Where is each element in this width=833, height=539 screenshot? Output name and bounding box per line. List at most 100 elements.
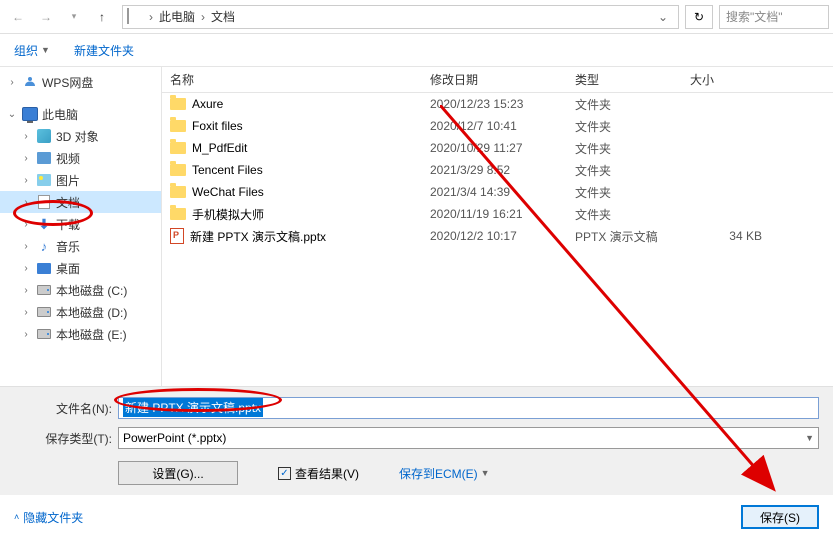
settings-button[interactable]: 设置(G)...: [118, 461, 238, 485]
file-name: M_PdfEdit: [192, 141, 247, 155]
sidebar[interactable]: ›WPS网盘⌄此电脑›3D 对象›视频›图片›文档›⬇下载›♪音乐›桌面›本地磁…: [0, 67, 162, 386]
sidebar-item-label: 文档: [56, 194, 80, 211]
expand-icon[interactable]: ›: [20, 219, 32, 230]
file-name: 手机模拟大师: [192, 206, 264, 223]
file-row[interactable]: Tencent Files2021/3/29 8:52文件夹: [162, 159, 833, 181]
file-name: Axure: [192, 97, 223, 111]
expand-icon[interactable]: ›: [20, 307, 32, 318]
music-icon: ♪: [36, 238, 52, 254]
save-panel: 文件名(N): 新建 PPTX 演示文稿.pptx 保存类型(T): Power…: [0, 386, 833, 495]
file-row[interactable]: WeChat Files2021/3/4 14:39文件夹: [162, 181, 833, 203]
breadcrumb-item[interactable]: 此电脑: [155, 8, 199, 25]
sidebar-item[interactable]: ›⬇下载: [0, 213, 161, 235]
sidebar-item-label: 图片: [56, 172, 80, 189]
back-button[interactable]: ←: [4, 3, 32, 31]
search-input[interactable]: 搜索"文档": [719, 5, 829, 29]
column-type[interactable]: 类型: [567, 71, 682, 88]
sidebar-item-label: 桌面: [56, 260, 80, 277]
save-ecm-label: 保存到ECM(E): [399, 465, 478, 482]
disk-icon: [36, 282, 52, 298]
expand-icon[interactable]: ›: [20, 197, 32, 208]
doc-icon: [36, 194, 52, 210]
cube-icon: [36, 128, 52, 144]
save-button[interactable]: 保存(S): [741, 505, 819, 529]
wps-icon: [22, 74, 38, 90]
view-result-label: 查看结果(V): [295, 465, 359, 482]
sidebar-item[interactable]: › 视频: [0, 147, 161, 169]
file-type: 文件夹: [567, 140, 682, 157]
expand-icon[interactable]: ›: [20, 263, 32, 274]
organize-menu[interactable]: 组织 ▼: [14, 42, 50, 59]
address-dropdown[interactable]: ⌄: [652, 10, 674, 24]
expand-icon[interactable]: ›: [20, 241, 32, 252]
address-bar[interactable]: › 此电脑 › 文档 ⌄: [122, 5, 679, 29]
file-list[interactable]: Axure2020/12/23 15:23文件夹Foxit files2020/…: [162, 93, 833, 386]
expand-icon[interactable]: ›: [20, 153, 32, 164]
up-button[interactable]: ↑: [88, 3, 116, 31]
expand-icon[interactable]: ›: [20, 131, 32, 142]
column-date[interactable]: 修改日期: [422, 71, 567, 88]
expand-icon[interactable]: ›: [20, 285, 32, 296]
chevron-down-icon: ▼: [481, 468, 490, 478]
file-row[interactable]: 新建 PPTX 演示文稿.pptx2020/12/2 10:17PPTX 演示文…: [162, 225, 833, 247]
column-name[interactable]: 名称: [162, 71, 422, 88]
expand-icon[interactable]: ›: [20, 329, 32, 340]
folder-icon: [170, 120, 186, 132]
desktop-icon: [36, 260, 52, 276]
sidebar-item[interactable]: › 本地磁盘 (D:): [0, 301, 161, 323]
chevron-right-icon[interactable]: ›: [199, 10, 207, 24]
file-name: Tencent Files: [192, 163, 263, 177]
file-date: 2020/10/29 11:27: [422, 141, 567, 155]
file-type: PPTX 演示文稿: [567, 228, 682, 245]
toolbar: 组织 ▼ 新建文件夹: [0, 34, 833, 66]
sidebar-item[interactable]: › 桌面: [0, 257, 161, 279]
expand-icon[interactable]: ⌄: [6, 109, 18, 120]
file-row[interactable]: Foxit files2020/12/7 10:41文件夹: [162, 115, 833, 137]
file-type: 文件夹: [567, 96, 682, 113]
disk-icon: [36, 326, 52, 342]
file-row[interactable]: 手机模拟大师2020/11/19 16:21文件夹: [162, 203, 833, 225]
save-ecm-dropdown[interactable]: 保存到ECM(E) ▼: [399, 465, 490, 482]
pptx-icon: [170, 228, 184, 244]
expand-icon[interactable]: ›: [6, 77, 18, 88]
sidebar-item-label: WPS网盘: [42, 74, 93, 91]
folder-icon: [170, 186, 186, 198]
file-type: 文件夹: [567, 206, 682, 223]
video-icon: [36, 150, 52, 166]
view-result-checkbox[interactable]: ✓ 查看结果(V): [278, 465, 359, 482]
file-date: 2021/3/29 8:52: [422, 163, 567, 177]
file-date: 2021/3/4 14:39: [422, 185, 567, 199]
breadcrumb-item[interactable]: 文档: [207, 8, 239, 25]
sidebar-item[interactable]: › WPS网盘: [0, 71, 161, 93]
sidebar-item[interactable]: ›3D 对象: [0, 125, 161, 147]
chevron-right-icon[interactable]: ›: [147, 10, 155, 24]
sidebar-item-label: 本地磁盘 (C:): [56, 282, 127, 299]
sidebar-item[interactable]: ›本地磁盘 (E:): [0, 323, 161, 345]
forward-button[interactable]: →: [32, 3, 60, 31]
sidebar-item[interactable]: › 本地磁盘 (C:): [0, 279, 161, 301]
column-headers: 名称 修改日期 类型 大小: [162, 67, 833, 93]
expand-icon[interactable]: ›: [20, 175, 32, 186]
file-name: 新建 PPTX 演示文稿.pptx: [190, 228, 326, 245]
sidebar-item-label: 本地磁盘 (D:): [56, 304, 127, 321]
file-date: 2020/12/7 10:41: [422, 119, 567, 133]
sidebar-item-label: 视频: [56, 150, 80, 167]
refresh-button[interactable]: ↻: [685, 5, 713, 29]
filename-input[interactable]: 新建 PPTX 演示文稿.pptx: [118, 397, 819, 419]
recent-dropdown[interactable]: ▾: [60, 3, 88, 31]
pc-icon: [22, 106, 38, 122]
file-type: 文件夹: [567, 118, 682, 135]
column-size[interactable]: 大小: [682, 71, 762, 88]
file-row[interactable]: M_PdfEdit 2020/10/29 11:27文件夹: [162, 137, 833, 159]
filetype-select[interactable]: PowerPoint (*.pptx) ▼: [118, 427, 819, 449]
sidebar-item[interactable]: › 图片: [0, 169, 161, 191]
file-type: 文件夹: [567, 184, 682, 201]
hide-folders-label: 隐藏文件夹: [23, 509, 83, 526]
hide-folders-link[interactable]: ˄ 隐藏文件夹: [14, 509, 83, 526]
new-folder-button[interactable]: 新建文件夹: [74, 42, 134, 59]
sidebar-item[interactable]: ›♪音乐: [0, 235, 161, 257]
file-row[interactable]: Axure2020/12/23 15:23文件夹: [162, 93, 833, 115]
folder-icon: [170, 98, 186, 110]
sidebar-item[interactable]: › 文档: [0, 191, 161, 213]
sidebar-item[interactable]: ⌄此电脑: [0, 103, 161, 125]
